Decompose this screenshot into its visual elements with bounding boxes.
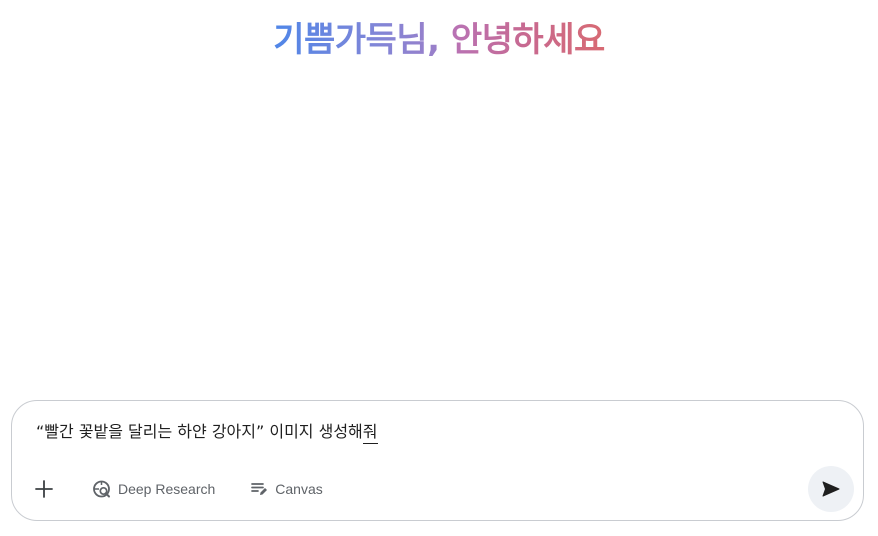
deep-research-icon [92,479,112,499]
deep-research-button[interactable]: Deep Research [84,473,223,505]
send-icon [822,481,840,497]
canvas-icon [249,479,269,499]
composer-toolbar: Deep Research Canvas [30,471,331,507]
page: 기쁨가득님, 안녕하세요 “빨간 꽃밭을 달리는 하얀 강아지” 이미지 생성해… [0,0,878,536]
greeting-title: 기쁨가득님, 안녕하세요 [0,18,878,62]
canvas-label: Canvas [275,481,323,497]
plus-icon [35,480,53,498]
prompt-composer: “빨간 꽃밭을 달리는 하얀 강아지” 이미지 생성해줘 Deep Resear… [11,400,864,521]
prompt-input-text: “빨간 꽃밭을 달리는 하얀 강아지” 이미지 생성해 [36,422,363,441]
deep-research-label: Deep Research [118,481,216,497]
prompt-input-composing-char: 줘 [362,421,378,444]
prompt-input[interactable]: “빨간 꽃밭을 달리는 하얀 강아지” 이미지 생성해줘 [36,421,378,444]
canvas-button[interactable]: Canvas [241,473,330,505]
add-attachment-button[interactable] [30,475,58,503]
send-button[interactable] [808,466,854,512]
greeting-name: 기쁨가득님, [273,20,440,60]
greeting-hello: 안녕하세요 [450,20,605,60]
